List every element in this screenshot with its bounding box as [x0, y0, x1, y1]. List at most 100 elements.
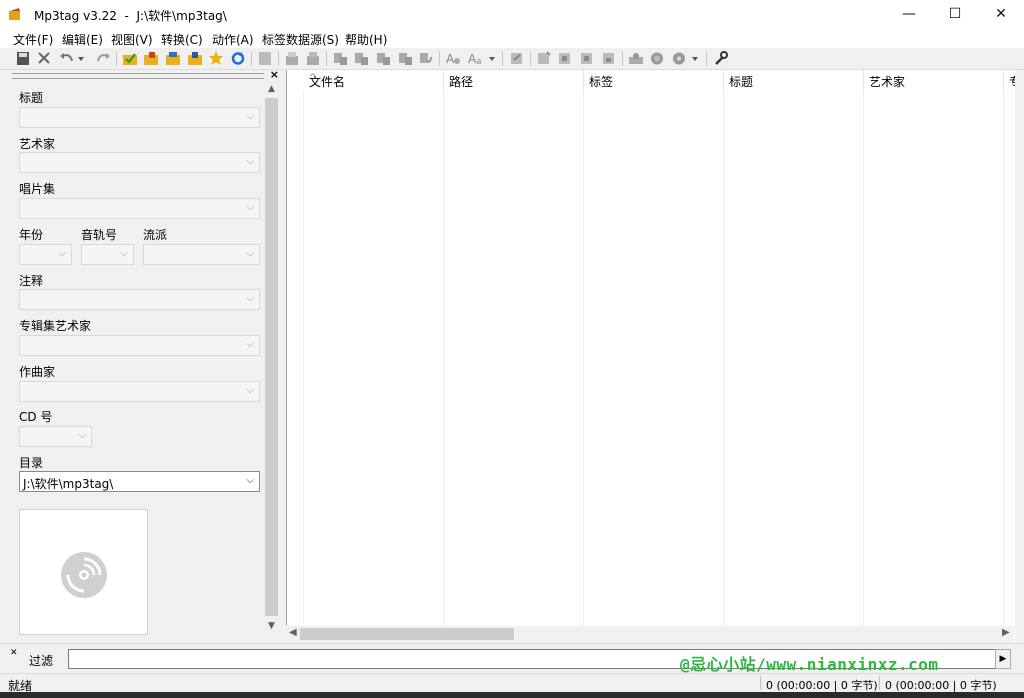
close-button[interactable]: ✕ [978, 0, 1024, 29]
column-divider [863, 90, 864, 626]
scroll-up-icon[interactable]: ▲ [264, 84, 279, 94]
file-list[interactable]: 文件名 ^ 路径 标签 标题 艺术家 专 [286, 70, 1015, 642]
status-separator [760, 676, 761, 690]
column-divider [723, 90, 724, 626]
hscroll-thumb[interactable] [300, 628, 514, 640]
track-field[interactable]: ⌵ [81, 244, 134, 265]
tag-panel-scrollbar[interactable]: ▲ ▼ [264, 84, 279, 635]
toolbar-separator [622, 51, 623, 66]
dropdown-icon[interactable] [487, 50, 497, 67]
title-field[interactable]: ⌵ [19, 107, 260, 128]
playlist-icon[interactable] [535, 50, 553, 67]
folder-add-icon[interactable] [142, 50, 160, 67]
menu-convert[interactable]: 转换(C) [161, 31, 203, 48]
chevron-down-icon: ⌵ [78, 430, 86, 441]
case-icon[interactable]: A [444, 50, 462, 67]
menu-view[interactable]: 视图(V) [111, 31, 153, 48]
settings-wrench-icon[interactable] [712, 50, 730, 67]
watermark: @忌心小站/www.nianxinxz.com [680, 655, 939, 674]
chevron-down-icon: ⌵ [246, 475, 254, 486]
album-field[interactable]: ⌵ [19, 198, 260, 219]
folder-save-icon[interactable] [186, 50, 204, 67]
composer-field[interactable]: ⌵ [19, 381, 260, 402]
artist-field[interactable]: ⌵ [19, 152, 260, 173]
redo-icon[interactable] [94, 50, 112, 67]
column-title[interactable]: 标题 [723, 70, 864, 90]
paste-tag-icon[interactable] [304, 50, 322, 67]
format-icon[interactable]: Aa [466, 50, 484, 67]
chevron-down-icon: ⌵ [246, 156, 254, 167]
text-file-icon[interactable] [396, 50, 414, 67]
status-selected: 0 (00:00:00 | 0 字节) [766, 679, 878, 692]
menu-edit[interactable]: 编辑(E) [62, 31, 103, 48]
scroll-thumb[interactable] [265, 98, 278, 616]
filename-to-filename-icon[interactable] [417, 50, 435, 67]
export-icon[interactable] [508, 50, 526, 67]
cd-disc-icon [61, 552, 107, 598]
column-artist[interactable]: 艺术家 [863, 70, 1004, 90]
year-field[interactable]: ⌵ [19, 244, 72, 265]
menu-tag-sources[interactable]: 标签数据源(S) [262, 31, 339, 48]
chevron-down-icon: ⌵ [246, 202, 254, 213]
directory-field[interactable]: J:\软件\mp3tag\ ⌵ [19, 471, 260, 492]
close-icon[interactable]: ✕ [10, 648, 18, 658]
cover-icon[interactable] [627, 50, 645, 67]
comment-field[interactable]: ⌵ [19, 289, 260, 310]
panel-splitter[interactable] [282, 70, 285, 642]
album-artist-field[interactable]: ⌵ [19, 335, 260, 356]
star-icon[interactable] [207, 50, 225, 67]
menu-file[interactable]: 文件(F) [13, 31, 53, 48]
scroll-down-icon[interactable]: ▼ [264, 621, 279, 631]
column-divider [443, 90, 444, 626]
column-path[interactable]: 路径 [443, 70, 584, 90]
file-list-hscrollbar[interactable]: ◀ ▶ [286, 626, 1014, 642]
scroll-left-icon[interactable]: ◀ [289, 627, 297, 638]
column-filename[interactable]: 文件名 ^ [303, 70, 444, 90]
copy-tag-icon[interactable] [283, 50, 301, 67]
minimize-button[interactable]: — [886, 0, 932, 29]
chevron-down-icon: ⌵ [246, 385, 254, 396]
web-icon[interactable] [648, 50, 666, 67]
menu-help[interactable]: 帮助(H) [345, 31, 387, 48]
cover-art-box[interactable] [19, 509, 148, 635]
scroll-right-icon[interactable]: ▶ [1002, 627, 1010, 638]
status-bar: 就绪 0 (00:00:00 | 0 字节) 0 (00:00:00 | 0 字… [0, 673, 1024, 693]
filter-label: 过滤 [29, 654, 54, 668]
tag-to-tag-icon[interactable] [374, 50, 392, 67]
tag-to-filename-icon[interactable] [331, 50, 349, 67]
folder-open-icon[interactable] [164, 50, 182, 67]
close-icon[interactable]: × [270, 68, 279, 81]
disc-field[interactable]: ⌵ [19, 426, 92, 447]
dropdown-icon[interactable] [76, 50, 86, 67]
save-icon[interactable] [14, 50, 32, 67]
tag-panel-icon[interactable] [256, 50, 274, 67]
filter-go-button[interactable]: ▶ [995, 649, 1011, 669]
maximize-button[interactable]: ☐ [932, 0, 978, 29]
toolbar-separator [502, 51, 503, 66]
toolbar: A Aa [0, 48, 1024, 70]
artist-label: 艺术家 [19, 137, 56, 151]
column-tag[interactable]: 标签 [583, 70, 724, 90]
filename-to-tag-icon[interactable] [352, 50, 370, 67]
chevron-down-icon: ⌵ [246, 111, 254, 122]
undo-icon[interactable] [58, 50, 76, 67]
delete-icon[interactable] [35, 50, 53, 67]
status-total: 0 (00:00:00 | 0 字节) [885, 679, 997, 692]
freedb-icon[interactable] [670, 50, 688, 67]
svg-text:A: A [446, 52, 455, 66]
dropdown-icon[interactable] [690, 50, 700, 67]
genre-label: 流派 [143, 228, 168, 242]
import-icon[interactable] [556, 50, 574, 67]
tag-panel-header: × [10, 68, 282, 82]
genre-field[interactable]: ⌵ [143, 244, 260, 265]
refresh-icon[interactable] [229, 50, 247, 67]
column-album[interactable]: 专 [1003, 70, 1015, 90]
taskbar-strip [0, 692, 1024, 698]
export-html-icon[interactable] [578, 50, 596, 67]
directory-label: 目录 [19, 456, 44, 470]
export-csv-icon[interactable] [600, 50, 618, 67]
folder-check-icon[interactable] [121, 50, 139, 67]
chevron-down-icon: ⌵ [246, 293, 254, 304]
panel-grip[interactable] [12, 73, 264, 79]
menu-actions[interactable]: 动作(A) [212, 31, 254, 48]
